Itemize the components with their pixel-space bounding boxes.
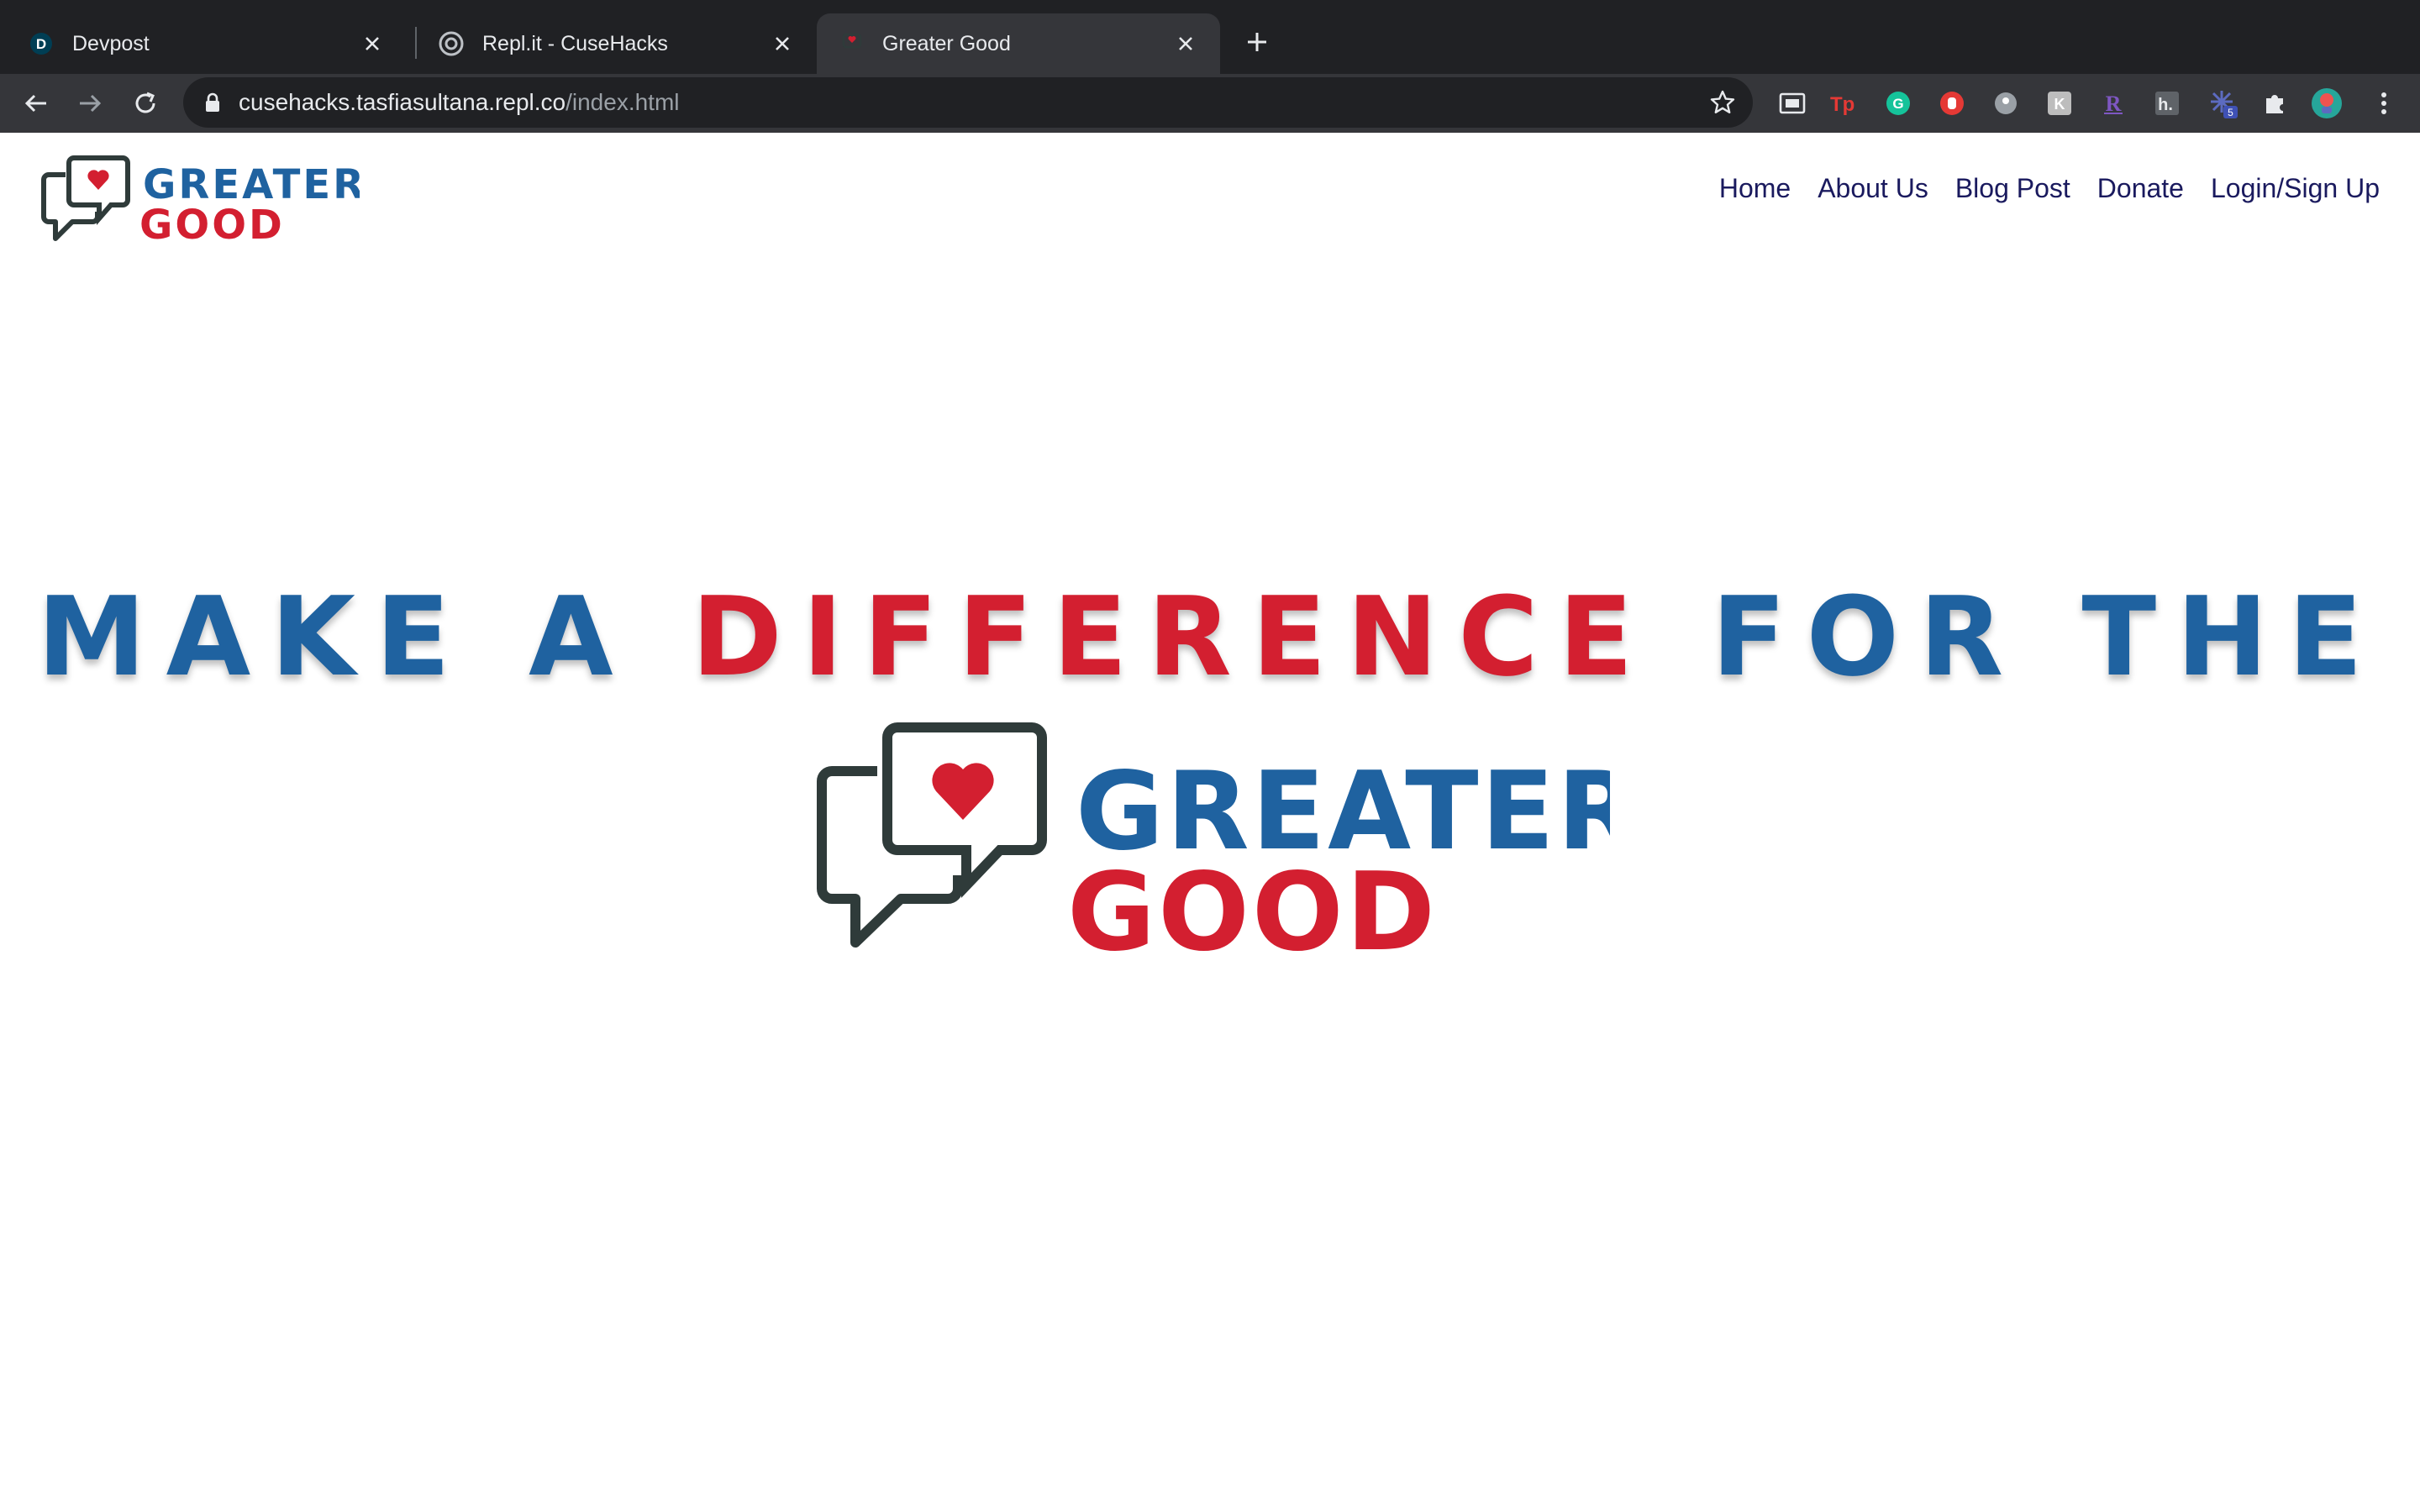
svg-text:h.: h. [2158,96,2173,114]
hero-banner: MAKE A DIFFERENCE FOR THE GREATER GOOD [0,570,2420,1006]
nav-donate[interactable]: Donate [2097,173,2184,204]
nav-home[interactable]: Home [1719,173,1791,204]
cast-icon[interactable] [1776,87,1808,119]
star-icon[interactable] [1707,87,1738,118]
plus-icon [1248,33,1266,51]
logo-line-2: GOOD [139,202,285,249]
devpost-favicon-icon: D [29,31,54,56]
greater-good-favicon-icon [839,31,864,56]
address-bar[interactable]: cusehacks.tasfiasultana.repl.co/index.ht… [183,77,1753,128]
burst-extension-icon[interactable]: 5 [2207,87,2238,119]
chat-heart-icon [41,155,130,241]
tab-strip: D Devpost Repl.it - CuseHacks Greater Go… [0,0,2420,74]
site-logo[interactable]: GREATER GOOD [40,151,364,250]
svg-text:G: G [1892,96,1903,112]
tab-replit[interactable]: Repl.it - CuseHacks [417,13,817,74]
back-icon [24,94,46,113]
nav-blog-post[interactable]: Blog Post [1955,173,2070,204]
hero-headline: MAKE A DIFFERENCE FOR THE [0,570,2420,704]
k-extension-icon[interactable]: K [2044,87,2075,119]
hero-headline-part-2: DIFFERENCE [691,573,1654,701]
browser-toolbar: cusehacks.tasfiasultana.repl.co/index.ht… [0,74,2420,133]
circle-extension-icon[interactable] [1990,87,2022,119]
nav-about-us[interactable]: About Us [1818,173,1928,204]
lock-icon[interactable] [202,92,224,113]
url-path: /index.html [566,89,680,115]
forward-button[interactable] [72,86,108,121]
puzzle-icon[interactable] [2259,87,2291,119]
close-icon[interactable] [360,31,385,56]
chat-heart-icon [817,722,1047,948]
svg-text:Tp: Tp [1830,93,1854,116]
tab-title: Devpost [72,31,150,55]
url-host: cusehacks.tasfiasultana.repl.co [239,89,566,115]
hero-headline-part-1: MAKE A [37,573,634,701]
tab-title: Greater Good [882,31,1011,55]
reload-icon [135,92,155,113]
replit-favicon-icon [439,31,464,56]
h-extension-icon[interactable]: h. [2151,87,2183,119]
tab-devpost[interactable]: D Devpost [7,13,407,74]
main-nav: Home About Us Blog Post Donate Login/Sig… [1719,173,2380,204]
tp-extension-icon[interactable]: Tp [1828,87,1860,119]
tab-title: Repl.it - CuseHacks [482,31,668,55]
web-page: GREATER GOOD Home About Us Blog Post Don… [0,133,2420,1512]
url-text[interactable]: cusehacks.tasfiasultana.repl.co/index.ht… [239,89,680,116]
reload-button[interactable] [128,86,163,121]
nav-login-sign-up[interactable]: Login/Sign Up [2211,173,2380,204]
new-tab-button[interactable] [1240,25,1274,59]
profile-avatar[interactable] [2311,87,2343,119]
svg-text:D: D [36,36,46,52]
hero-logo: GREATER GOOD [813,721,1640,990]
menu-icon[interactable] [2368,87,2400,119]
hero-headline-part-3: FOR THE [1711,573,2383,701]
back-button[interactable] [18,86,54,121]
grammarly-icon[interactable]: G [1882,87,1914,119]
hand-icon[interactable] [1936,87,1968,119]
svg-text:K: K [2054,96,2065,113]
forward-icon [80,94,102,113]
close-icon[interactable] [1173,31,1198,56]
svg-text:5: 5 [2228,107,2233,118]
tab-greater-good[interactable]: Greater Good [817,13,1220,74]
r-extension-icon[interactable]: R [2097,87,2129,119]
svg-text:R: R [2106,92,2122,116]
hero-logo-line-2: GOOD [1067,850,1438,975]
close-icon[interactable] [770,31,795,56]
